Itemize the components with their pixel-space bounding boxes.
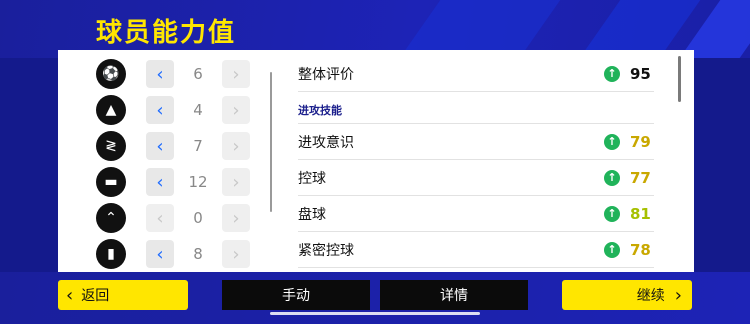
skill-point-row: ▮ ‹ 8 › xyxy=(96,236,256,272)
stat-value: 77 xyxy=(630,168,651,187)
stat-label: 整体评价 xyxy=(298,66,354,83)
increase-button[interactable]: › xyxy=(222,240,250,268)
soccer-ball-icon: ⚽ xyxy=(96,59,126,89)
zigzag-icon: ≷ xyxy=(96,131,126,161)
stat-row: 盘球 ↑ 81 xyxy=(298,196,654,232)
skill-point-row: ≷ ‹ 7 › xyxy=(96,128,256,164)
arrow-up-icon: ↑ xyxy=(604,205,620,222)
skill-point-value: 8 xyxy=(193,245,203,263)
increase-button[interactable]: › xyxy=(222,96,250,124)
header-stripe xyxy=(579,0,701,58)
right-scrollbar[interactable] xyxy=(678,56,681,102)
skill-point-value: 12 xyxy=(188,173,208,191)
boot-icon: ▬ xyxy=(96,167,126,197)
page-title: 球员能力值 xyxy=(96,18,237,48)
decrease-button[interactable]: ‹ xyxy=(146,132,174,160)
chevron-left-icon: ‹ xyxy=(66,284,74,306)
increase-button[interactable]: › xyxy=(222,132,250,160)
stat-row: 进攻意识 ↑ 79 xyxy=(298,124,654,160)
skill-point-row: ⌃ ‹ 0 › xyxy=(96,200,256,236)
chevrons-up-icon: ⌃ xyxy=(96,203,126,233)
stat-value: 95 xyxy=(630,64,651,83)
details-button-label: 详情 xyxy=(440,288,468,304)
chevron-right-icon: › xyxy=(674,284,682,306)
stat-label: 进攻意识 xyxy=(298,134,354,151)
section-header: 进攻技能 xyxy=(298,96,654,124)
shield-icon: ▮ xyxy=(96,239,126,269)
continue-button-label: 继续 xyxy=(636,288,665,304)
stat-row: 控球 ↑ 77 xyxy=(298,160,654,196)
decrease-button[interactable]: ‹ xyxy=(146,96,174,124)
decrease-button[interactable]: ‹ xyxy=(146,204,174,232)
stat-value: 79 xyxy=(630,132,651,151)
decrease-button[interactable]: ‹ xyxy=(146,240,174,268)
manual-button[interactable]: 手动 xyxy=(222,280,370,310)
back-button[interactable]: ‹ 返回 xyxy=(58,280,188,310)
decrease-button[interactable]: ‹ xyxy=(146,60,174,88)
cone-icon: ▲ xyxy=(96,95,126,125)
overall-rating-row: 整体评价 ↑ 95 xyxy=(298,56,654,92)
skill-point-value: 4 xyxy=(193,101,203,119)
skill-point-value: 6 xyxy=(193,65,203,83)
stat-label: 盘球 xyxy=(298,206,326,223)
skill-point-value: 7 xyxy=(193,137,203,155)
increase-button[interactable]: › xyxy=(222,204,250,232)
stat-label: 控球 xyxy=(298,170,326,187)
stat-value: 81 xyxy=(630,204,651,223)
increase-button[interactable]: › xyxy=(222,60,250,88)
arrow-up-icon: ↑ xyxy=(604,133,620,150)
left-scrollbar[interactable] xyxy=(270,72,272,212)
header-bar: 球员能力值 xyxy=(0,0,750,58)
stat-label: 紧密控球 xyxy=(298,242,354,259)
stat-row: 紧密控球 ↑ 78 xyxy=(298,232,654,268)
header-stripe xyxy=(399,0,561,58)
skill-point-row: ⚽ ‹ 6 › xyxy=(96,56,256,92)
arrow-up-icon: ↑ xyxy=(604,241,620,258)
manual-button-label: 手动 xyxy=(282,288,310,304)
skill-point-value: 0 xyxy=(193,209,203,227)
skill-point-row: ▬ ‹ 12 › xyxy=(96,164,256,200)
increase-button[interactable]: › xyxy=(222,168,250,196)
stat-value: 78 xyxy=(630,240,651,259)
back-button-label: 返回 xyxy=(81,288,110,304)
focus-indicator xyxy=(270,312,480,315)
decrease-button[interactable]: ‹ xyxy=(146,168,174,196)
continue-button[interactable]: 继续 › xyxy=(562,280,692,310)
skill-point-row: ▲ ‹ 4 › xyxy=(96,92,256,128)
arrow-up-icon: ↑ xyxy=(604,169,620,186)
details-button[interactable]: 详情 xyxy=(380,280,528,310)
arrow-up-icon: ↑ xyxy=(604,65,620,82)
